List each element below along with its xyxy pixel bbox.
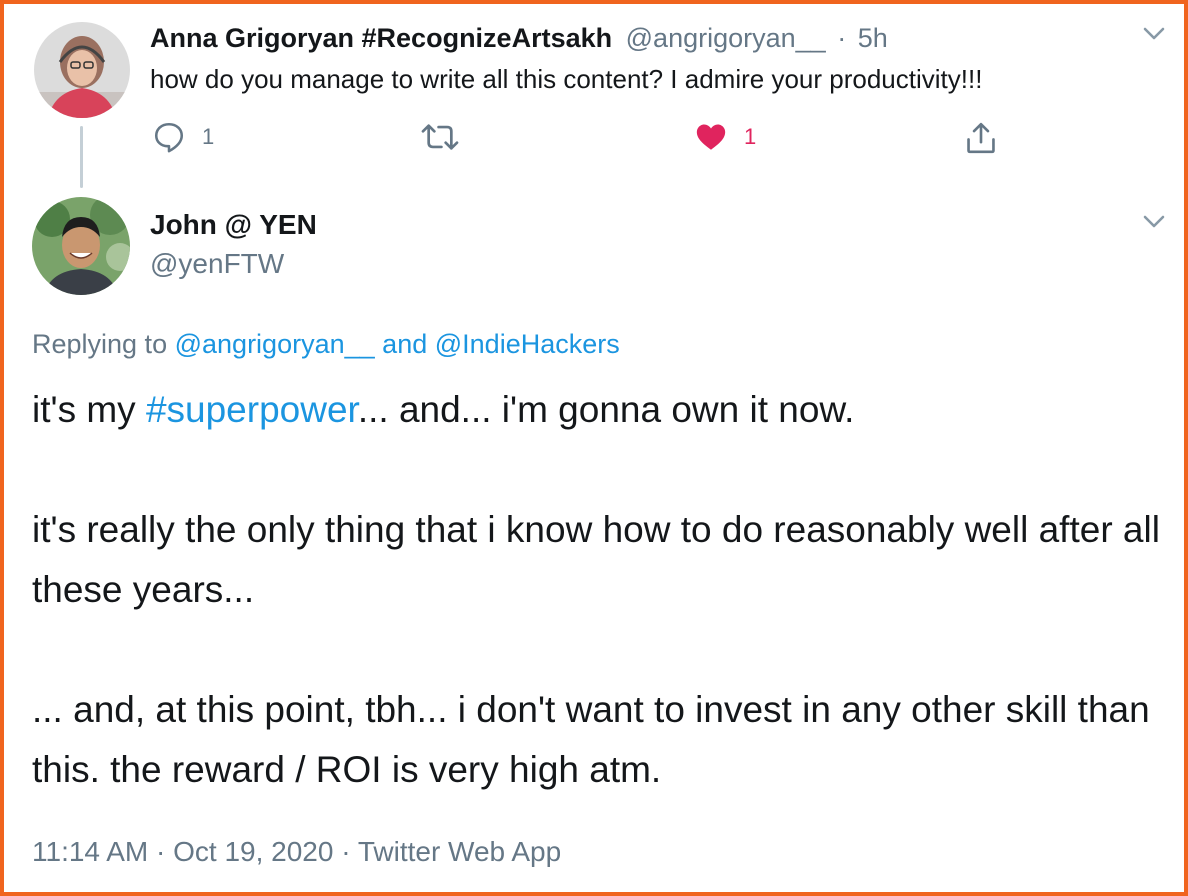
share-icon xyxy=(967,122,995,154)
reply-button[interactable]: 1 xyxy=(152,120,214,154)
avatar-john[interactable] xyxy=(32,197,130,295)
main-display-name[interactable]: John @ YEN xyxy=(150,209,317,241)
avatar-anna[interactable] xyxy=(34,22,130,118)
reply-count: 1 xyxy=(202,124,215,149)
retweet-button[interactable] xyxy=(420,120,460,154)
chevron-down-icon xyxy=(1143,27,1165,40)
reply-header: Anna Grigoryan #RecognizeArtsakh @angrig… xyxy=(150,23,888,54)
tweet-text: it's my #superpower... and... i'm gonna … xyxy=(32,380,1162,800)
retweet-icon xyxy=(421,124,459,150)
like-button[interactable]: 1 xyxy=(694,120,756,154)
reply-handle[interactable]: @angrigoryan__ xyxy=(626,23,826,53)
speech-bubble-icon xyxy=(154,122,184,153)
tweet-paragraph-1: it's my #superpower... and... i'm gonna … xyxy=(32,380,1162,440)
share-button[interactable] xyxy=(964,120,998,156)
thread-connector-line xyxy=(80,126,83,188)
tweet-paragraph-2: it's really the only thing that i know h… xyxy=(32,509,1160,610)
heart-icon xyxy=(696,124,726,150)
hashtag-superpower[interactable]: #superpower xyxy=(146,389,358,430)
like-count: 1 xyxy=(744,124,757,149)
reply-separator: · xyxy=(837,23,847,53)
replying-to: Replying to @angrigoryan__ and @IndieHac… xyxy=(32,329,620,360)
tweet-timestamp[interactable]: 11:14 AM · Oct 19, 2020 · Twitter Web Ap… xyxy=(32,836,561,868)
replying-to-and: and xyxy=(382,329,428,359)
replying-to-user-indiehackers[interactable]: @IndieHackers xyxy=(435,329,620,359)
replying-to-user-anna[interactable]: @angrigoryan__ xyxy=(175,329,375,359)
tweet-screenshot-frame: Anna Grigoryan #RecognizeArtsakh @angrig… xyxy=(0,0,1188,896)
replying-to-prefix: Replying to xyxy=(32,329,168,359)
reply-display-name[interactable]: Anna Grigoryan #RecognizeArtsakh xyxy=(150,23,612,53)
reply-text: how do you manage to write all this cont… xyxy=(150,64,983,94)
tweet-text-segment: ... and... i'm gonna own it now. xyxy=(357,389,855,430)
main-handle[interactable]: @yenFTW xyxy=(150,248,284,280)
main-menu-button[interactable] xyxy=(1142,214,1166,230)
reply-time[interactable]: 5h xyxy=(858,23,888,53)
tweet-paragraph-3: ... and, at this point, tbh... i don't w… xyxy=(32,689,1150,790)
chevron-down-icon xyxy=(1143,215,1165,228)
reply-menu-button[interactable] xyxy=(1142,26,1166,42)
tweet-text-segment: it's my xyxy=(32,389,146,430)
